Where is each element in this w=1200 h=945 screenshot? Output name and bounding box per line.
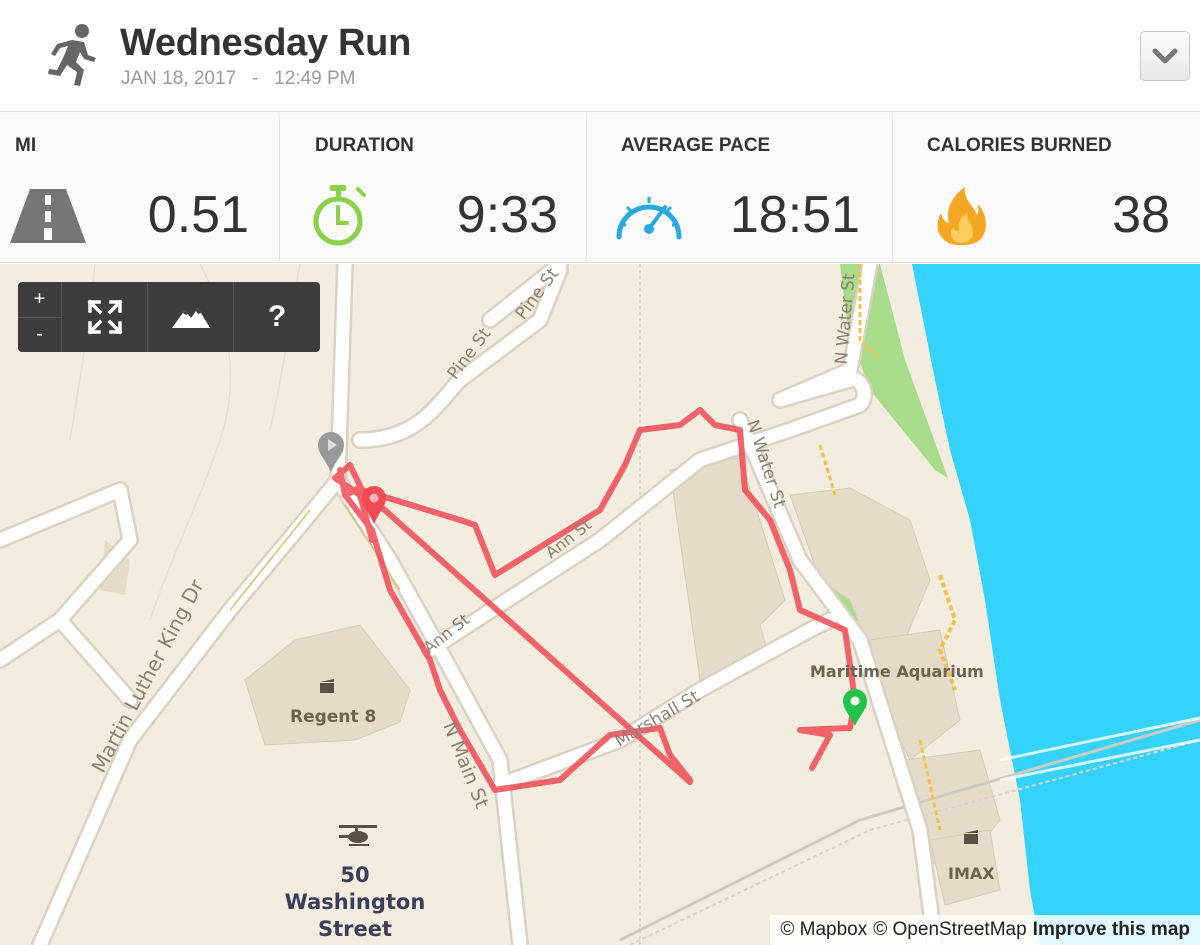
stat-value: 18:51 [729,186,860,244]
stat-pace: AVERAGE PACE 18:51 [587,113,893,263]
place-imax: IMAX [948,864,995,883]
stat-value: 0.51 [147,186,249,244]
heliport-line-2: Street Heliport [307,917,403,945]
stats-bar: MI 0.51 DURATION 9:33 AVERAGE PACE 18:51… [0,113,1200,263]
map-attribution: © Mapbox © OpenStreetMap Improve this ma… [770,915,1200,945]
activity-title: Wednesday Run [120,22,412,64]
stat-label: CALORIES BURNED [927,135,1112,156]
zoom-in-button[interactable]: + [18,282,61,318]
collapse-button[interactable] [1140,31,1190,81]
datetime-separator: - [251,68,259,89]
route-map[interactable]: Martin Luther King Dr Pine St Pine St An… [0,264,1200,945]
stat-label: DURATION [315,135,414,156]
fullscreen-button[interactable] [62,282,148,352]
cinema-icon [964,830,978,844]
activity-datetime: JAN 18, 2017 - 12:49 PM [121,68,355,90]
stat-value: 38 [1112,186,1170,244]
place-regent-8: Regent 8 [290,707,377,727]
activity-time: 12:49 PM [274,68,356,89]
fire-icon [929,183,1009,247]
terrain-icon [171,308,210,328]
mapbox-link[interactable]: © Mapbox [780,919,867,941]
runner-icon [40,22,100,88]
stat-calories: CALORIES BURNED 38 [893,113,1200,263]
finish-pin-icon[interactable] [841,688,869,728]
fullscreen-icon [87,299,122,335]
place-maritime-aquarium: Maritime Aquarium [810,662,984,681]
activity-date: JAN 18, 2017 [121,68,237,89]
cinema-icon [320,679,334,693]
speedometer-icon [613,183,693,247]
stat-label: AVERAGE PACE [621,135,771,156]
start-pin-icon[interactable] [360,484,388,526]
stat-value: 9:33 [456,186,558,244]
activity-header: Wednesday Run JAN 18, 2017 - 12:49 PM [0,0,1200,112]
map-controls: + - ? [18,282,320,352]
heliport-line-1: 50 Washington [284,863,426,914]
stopwatch-icon [310,183,390,247]
helicopter-icon [339,825,377,846]
road-icon [8,183,88,247]
stat-distance: MI 0.51 [0,113,280,263]
chevron-down-icon [1152,48,1178,64]
place-heliport: 50 Washington Street Heliport [270,862,440,945]
help-button[interactable]: ? [234,282,320,352]
stat-label: MI [15,135,37,156]
marker-pin-icon[interactable] [316,430,346,474]
zoom-controls: + - [18,282,62,352]
osm-link[interactable]: © OpenStreetMap [873,919,1026,941]
zoom-out-button[interactable]: - [18,318,61,353]
improve-map-link[interactable]: Improve this map [1033,919,1190,941]
terrain-button[interactable] [148,282,234,352]
stat-duration: DURATION 9:33 [280,113,587,263]
